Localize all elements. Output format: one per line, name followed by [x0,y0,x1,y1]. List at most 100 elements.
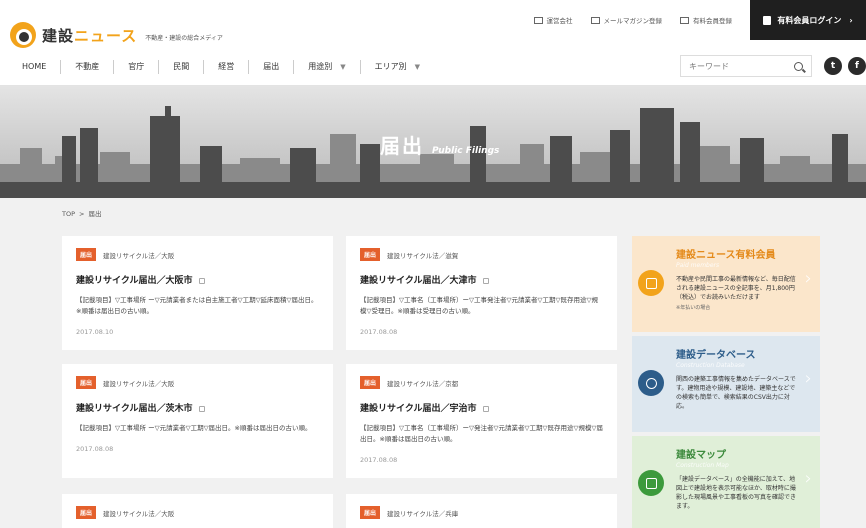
paid-members-note: ※年払いの場合 [676,305,711,311]
hero-title: 届出 Public Filings [380,130,499,159]
login-button[interactable]: 有料会員ログイン › [750,0,866,40]
card-title[interactable]: 建設リサイクル届出／大阪市 [76,273,319,286]
map-subtitle: Construction Map [676,462,729,469]
card-title-text: 建設リサイクル届出／大阪市 [76,276,193,286]
company-link-label: 運営会社 [546,17,573,25]
breadcrumb-home[interactable]: TOP [62,210,75,218]
nav-home[interactable]: HOME [8,60,62,74]
database-panel[interactable]: 建設データベース Construction Database 関西の建築工事情報… [632,336,820,432]
card-date: 2017.08.08 [360,456,398,464]
card-category: 建設リサイクル法／大阪 [103,509,175,518]
logo-tagline: 不動産・建設の総合メディア [145,34,223,42]
card-badge: 届出 [76,248,97,261]
mail-magazine-link[interactable]: メールマガジン登録 [590,15,663,25]
paid-members-subtitle: Paid members [676,262,720,269]
breadcrumb: TOP > 届出 [62,208,101,218]
database-description: 関西の建築工事情報を集めたデータベースです。建物用途や規模、建設地、建築主などで… [676,376,796,410]
nav-government-label: 官庁 [128,62,145,71]
chevron-right-icon: › [804,368,812,389]
search-input[interactable] [689,61,779,71]
chevron-down-icon: ▼ [414,63,421,71]
nav-private[interactable]: 民間 [159,60,205,74]
card-category: 建設リサイクル法／大阪 [103,251,175,260]
card-meta: 届出 建設リサイクル法／大阪 [76,248,319,261]
card-date: 2017.08.08 [76,445,114,453]
company-link[interactable]: 運営会社 [533,15,573,25]
card-badge: 届出 [360,506,381,519]
card-category: 建設リサイクル法／京都 [387,379,459,388]
twitter-icon[interactable]: t [824,57,842,75]
paid-members-panel[interactable]: 建設ニュース有料会員 Paid members 不動産や民間工事の最新情報など、… [632,236,820,332]
paid-register-label: 有料会員登録 [693,17,732,25]
lock-icon [763,15,772,25]
card-title[interactable]: 建設リサイクル届出／大津市 [360,273,603,286]
chevron-down-icon: ▼ [340,63,346,71]
search-icon[interactable] [794,61,803,71]
card-meta: 届出 建設リサイクル法／兵庫 [360,506,603,519]
article-card[interactable]: 届出 建設リサイクル法／兵庫 [346,494,617,528]
breadcrumb-separator: > [79,210,85,218]
card-title[interactable]: 建設リサイクル届出／宇治市 [360,401,603,414]
card-category: 建設リサイクル法／大阪 [103,379,175,388]
nav-management[interactable]: 経営 [204,60,250,74]
card-meta: 届出 建設リサイクル法／大阪 [76,506,319,519]
card-title-text: 建設リサイクル届出／宇治市 [360,404,477,414]
article-card[interactable]: 届出 建設リサイクル法／大阪 [62,494,333,528]
logo-mark-icon [10,22,36,48]
card-title-text: 建設リサイクル届出／大津市 [360,276,477,286]
nav-real-estate-label: 不動産 [75,62,100,71]
card-meta: 届出 建設リサイクル法／滋賀 [360,248,603,261]
chevron-right-icon: › [804,268,812,289]
card-badge: 届出 [76,376,97,389]
nav-by-area-label: エリア別 [374,62,407,71]
facebook-icon[interactable]: f [848,57,866,75]
utility-bar: 運営会社 メールマガジン登録 有料会員登録 有料会員ログイン › [533,0,866,40]
member-card-icon [638,270,664,296]
nav-by-area[interactable]: エリア別 ▼ [361,60,434,74]
card-badge: 届出 [76,506,97,519]
card-title[interactable]: 建設リサイクル届出／茨木市 [76,401,319,414]
nav-filings-label: 届出 [263,62,280,71]
card-date: 2017.08.08 [360,328,398,336]
card-category: 建設リサイクル法／兵庫 [387,509,459,518]
map-icon [638,470,664,496]
database-subtitle: Construction Database [676,362,745,369]
card-description: 【記載項目】▽工事名（工事場所）ー▽発注者▽元請業者▽工期▽既存用途▽規模▽届出… [360,424,603,443]
chevron-right-icon: › [804,468,812,489]
register-icon [680,16,689,24]
lock-icon [482,405,489,412]
search-box [680,55,812,77]
card-date: 2017.08.10 [76,328,114,336]
card-badge: 届出 [360,376,381,389]
map-title: 建設マップ [676,450,726,461]
logo-text-b: ニュース [74,26,138,45]
database-title: 建設データベース [676,350,756,361]
nav-private-label: 民間 [173,62,190,71]
logo-text: 建設ニュース [42,25,137,46]
paid-members-title: 建設ニュース有料会員 [676,250,776,261]
login-button-label: 有料会員ログイン [777,15,842,25]
article-card[interactable]: 届出 建設リサイクル法／大阪 建設リサイクル届出／茨木市 【記載項目】▽工事場所 … [62,364,333,478]
hero-title-en: Public Filings [432,146,500,156]
logo-text-a: 建設 [42,26,75,45]
article-card[interactable]: 届出 建設リサイクル法／滋賀 建設リサイクル届出／大津市 【記載項目】▽工事名（工… [346,236,617,350]
nav-filings[interactable]: 届出 [249,60,295,74]
site-logo[interactable]: 建設ニュース 不動産・建設の総合メディア [10,22,223,48]
article-card[interactable]: 届出 建設リサイクル法／大阪 建設リサイクル届出／大阪市 【記載項目】▽工事場所 … [62,236,333,350]
map-panel[interactable]: 建設マップ Construction Map 「建設データベース」の全機能に加え… [632,436,820,528]
mail-icon [590,16,600,24]
lock-icon [482,277,489,284]
breadcrumb-current: 届出 [88,210,102,218]
mail-magazine-label: メールマガジン登録 [603,17,663,25]
card-category: 建設リサイクル法／滋賀 [387,251,459,260]
nav-by-use-label: 用途別 [308,62,333,71]
article-card[interactable]: 届出 建設リサイクル法／京都 建設リサイクル届出／宇治市 【記載項目】▽工事名（工… [346,364,617,478]
nav-by-use[interactable]: 用途別 ▼ [294,60,361,74]
nav-home-label: HOME [22,62,47,71]
page: 建設ニュース 不動産・建設の総合メディア 運営会社 メールマガジン登録 有料会員… [0,0,866,528]
hero-banner: 届出 Public Filings [0,86,866,198]
card-meta: 届出 建設リサイクル法／京都 [360,376,603,389]
nav-real-estate[interactable]: 不動産 [61,60,115,74]
nav-government[interactable]: 官庁 [114,60,160,74]
paid-register-link[interactable]: 有料会員登録 [680,15,732,25]
